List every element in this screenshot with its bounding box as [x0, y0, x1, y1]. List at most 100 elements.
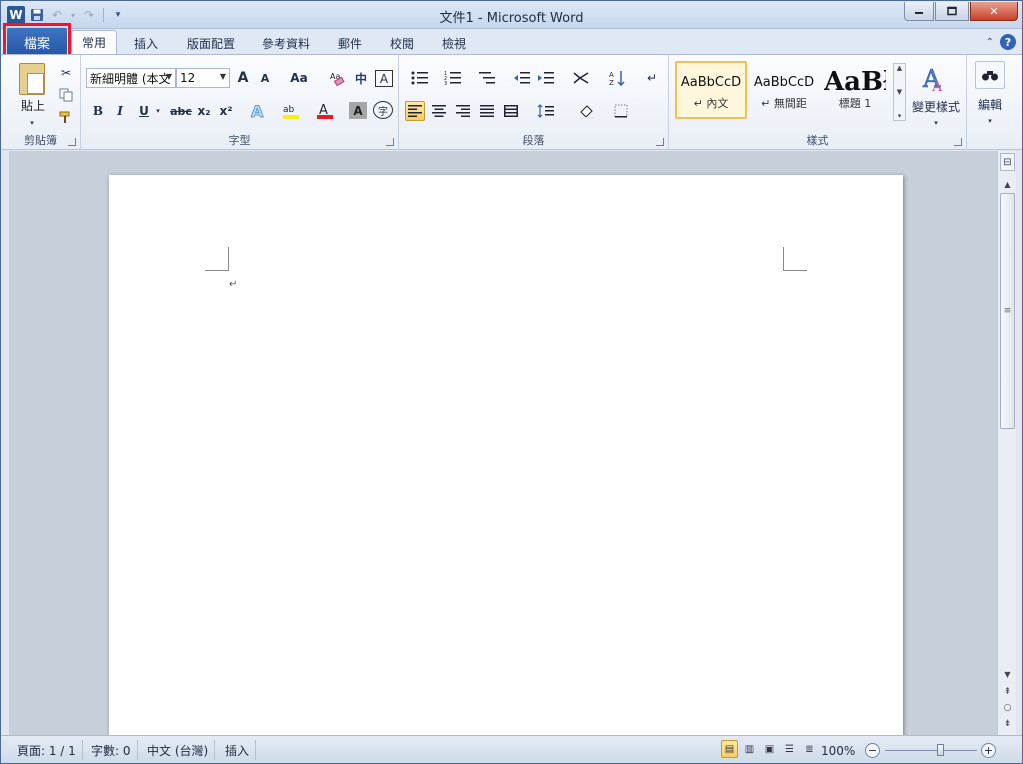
tab-mailings[interactable]: 郵件: [329, 32, 371, 54]
font-name-combo[interactable]: 新細明體 (本文 ▼: [86, 68, 176, 88]
style-no-spacing[interactable]: AaBbCcD ↵ 無間距: [748, 61, 820, 119]
show-hide-marks-icon[interactable]: ↵: [643, 68, 661, 88]
align-left-icon[interactable]: [405, 101, 425, 121]
bullets-icon[interactable]: [407, 68, 433, 88]
numbering-icon[interactable]: 123: [439, 68, 467, 88]
tab-references[interactable]: 參考資料: [254, 32, 318, 54]
chevron-down-icon: ▼: [165, 72, 172, 81]
change-case-button[interactable]: Aa: [286, 68, 312, 88]
font-launcher-icon[interactable]: [386, 138, 394, 146]
character-shading-button[interactable]: A: [349, 102, 367, 119]
print-layout-icon[interactable]: ▤: [721, 740, 738, 758]
draft-icon[interactable]: ≣: [801, 740, 818, 758]
italic-button[interactable]: I: [111, 101, 129, 121]
underline-dropdown-icon[interactable]: ▾: [153, 101, 163, 121]
editing-dropdown-icon[interactable]: ▾: [983, 111, 997, 131]
help-icon[interactable]: ?: [1000, 34, 1016, 50]
underline-button[interactable]: U: [135, 101, 153, 121]
borders-icon[interactable]: [607, 101, 635, 121]
document-page[interactable]: ↵: [109, 175, 903, 735]
minimize-button[interactable]: [904, 2, 934, 21]
crop-mark-top-right: [783, 247, 807, 271]
restore-button[interactable]: [935, 2, 969, 21]
justify-icon[interactable]: [477, 101, 497, 121]
style-heading-1[interactable]: AaBł 標題 1: [820, 61, 890, 119]
zoom-out-icon[interactable]: −: [865, 743, 880, 758]
view-ruler-icon[interactable]: ⊟: [1000, 153, 1015, 171]
zoom-level[interactable]: 100%: [821, 744, 855, 758]
zoom-in-icon[interactable]: +: [981, 743, 996, 758]
document-area[interactable]: ↵: [9, 151, 997, 735]
minimize-ribbon-icon[interactable]: ⌃: [986, 37, 994, 48]
superscript-button[interactable]: x²: [217, 101, 235, 121]
status-language[interactable]: 中文 (台灣): [141, 740, 216, 760]
web-layout-icon[interactable]: ▣: [761, 740, 778, 758]
distributed-icon[interactable]: [501, 101, 521, 121]
paste-icon[interactable]: [19, 63, 45, 95]
increase-indent-icon[interactable]: [535, 68, 557, 88]
grow-font-button[interactable]: A: [234, 68, 252, 88]
status-insert-mode[interactable]: 插入: [219, 740, 257, 760]
tab-home[interactable]: 常用: [71, 30, 117, 54]
change-styles-dropdown-icon[interactable]: ▾: [929, 113, 943, 133]
close-button[interactable]: ✕: [970, 2, 1018, 21]
line-spacing-icon[interactable]: [533, 101, 559, 121]
highlight-color-icon[interactable]: ab: [281, 101, 301, 121]
asian-layout-icon[interactable]: [567, 68, 595, 88]
tab-page-layout[interactable]: 版面配置: [179, 32, 243, 54]
font-name-value: 新細明體 (本文: [90, 71, 171, 86]
select-browse-object-icon[interactable]: ○: [1000, 701, 1015, 715]
style-normal[interactable]: AaBbCcD ↵ 內文: [675, 61, 747, 119]
paste-button[interactable]: 貼上: [15, 97, 51, 114]
paste-dropdown-icon[interactable]: ▾: [25, 113, 39, 133]
font-size-combo[interactable]: 12 ▼: [176, 68, 230, 88]
styles-gallery-scroll[interactable]: ▲ ▼ ▾: [893, 63, 906, 121]
styles-launcher-icon[interactable]: [954, 138, 962, 146]
character-border-button[interactable]: A: [375, 70, 393, 87]
zoom-slider-track[interactable]: [885, 750, 977, 751]
full-screen-reading-icon[interactable]: ▥: [741, 740, 758, 758]
outline-icon[interactable]: ☰: [781, 740, 798, 758]
text-effects-icon[interactable]: A: [247, 101, 269, 121]
align-right-icon[interactable]: [453, 101, 473, 121]
change-styles-icon[interactable]: AA: [917, 63, 953, 93]
decrease-indent-icon[interactable]: [511, 68, 533, 88]
phonetic-guide-button[interactable]: 中: [351, 68, 371, 88]
tab-file[interactable]: 檔案: [7, 28, 67, 56]
more-styles-icon[interactable]: ▾: [898, 112, 902, 120]
find-icon[interactable]: [975, 61, 1005, 89]
zoom-slider-thumb[interactable]: [937, 744, 944, 756]
chevron-up-icon[interactable]: ▲: [897, 64, 902, 72]
shrink-font-button[interactable]: A: [256, 68, 274, 88]
font-color-icon[interactable]: A: [315, 101, 335, 121]
multilevel-list-icon[interactable]: [473, 68, 501, 88]
ribbon: 貼上 ▾ ✂ 剪貼簿 新細明體 (本文 ▼ 12 ▼ A A Aa Aa 中 A…: [1, 54, 1022, 150]
scroll-down-icon[interactable]: ▼: [1000, 667, 1015, 681]
subscript-button[interactable]: x₂: [195, 101, 213, 121]
previous-page-icon[interactable]: ⇞: [1000, 685, 1015, 699]
tab-insert[interactable]: 插入: [125, 32, 167, 54]
bold-button[interactable]: B: [89, 101, 107, 121]
style-heading-1-sample: AaBł: [824, 69, 886, 95]
paragraph-launcher-icon[interactable]: [656, 138, 664, 146]
status-word-count[interactable]: 字數: 0: [85, 740, 138, 760]
scroll-up-icon[interactable]: ▲: [1000, 177, 1015, 191]
strikethrough-button[interactable]: abc: [169, 101, 193, 121]
clipboard-launcher-icon[interactable]: [68, 138, 76, 146]
tab-view[interactable]: 檢視: [433, 32, 475, 54]
vertical-scrollbar[interactable]: ⊟ ▲ ≡ ▼ ⇞ ○ ⇟: [997, 151, 1016, 735]
font-size-value: 12: [180, 71, 196, 85]
shading-icon[interactable]: [573, 101, 601, 121]
sort-icon[interactable]: AZ: [607, 68, 627, 88]
cut-icon[interactable]: ✂: [57, 63, 75, 83]
copy-icon[interactable]: [57, 85, 75, 105]
chevron-down-icon[interactable]: ▼: [897, 88, 902, 96]
tab-review[interactable]: 校閱: [381, 32, 423, 54]
next-page-icon[interactable]: ⇟: [1000, 717, 1015, 731]
scroll-thumb[interactable]: ≡: [1000, 193, 1015, 429]
format-painter-icon[interactable]: [57, 107, 75, 127]
enclose-characters-button[interactable]: 字: [373, 101, 393, 119]
status-page[interactable]: 頁面: 1 / 1: [11, 740, 83, 760]
align-center-icon[interactable]: [429, 101, 449, 121]
clear-formatting-icon[interactable]: Aa: [327, 68, 347, 88]
